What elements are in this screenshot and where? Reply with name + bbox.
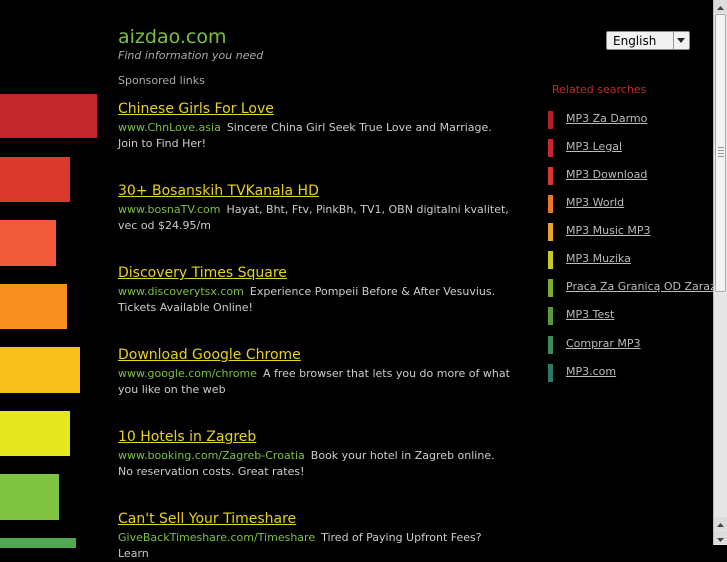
grip-line xyxy=(718,150,724,151)
ad-title-link[interactable]: Chinese Girls For Love xyxy=(118,100,274,118)
site-name[interactable]: aizdao.com xyxy=(118,26,263,48)
ad-description: GiveBackTimeshare.com/Timeshare Tired of … xyxy=(118,530,513,562)
ad-url[interactable]: www.bosnaTV.com xyxy=(118,203,220,216)
ad-description: www.bosnaTV.com Hayat, Bht, Ftv, PinkBh, … xyxy=(118,202,513,234)
scroll-up-button[interactable] xyxy=(714,0,727,13)
ad-url[interactable]: www.google.com/chrome xyxy=(118,367,257,380)
ad-description: www.discoverytsx.com Experience Pompeii B… xyxy=(118,284,513,316)
color-bar xyxy=(0,411,70,456)
language-selected: English xyxy=(613,34,657,48)
related-link[interactable]: MP3 Test xyxy=(566,308,614,321)
ad-url[interactable]: GiveBackTimeshare.com/Timeshare xyxy=(118,531,315,544)
related-color-mark xyxy=(548,195,553,213)
ad-item: Can't Sell Your Timeshare GiveBackTimesh… xyxy=(118,508,513,562)
related-link[interactable]: MP3 Za Darmo xyxy=(566,112,647,125)
color-bar xyxy=(0,157,70,202)
ad-item: Download Google Chrome www.google.com/ch… xyxy=(118,344,513,398)
related-link[interactable]: MP3 Download xyxy=(566,168,647,181)
sponsored-label: Sponsored links xyxy=(118,74,205,87)
related-color-mark xyxy=(548,223,553,241)
related-link[interactable]: MP3 World xyxy=(566,196,624,209)
related-link[interactable]: MP3.com xyxy=(566,365,616,378)
color-bar xyxy=(0,284,67,329)
arrow-down-icon xyxy=(717,538,724,542)
ad-title-link[interactable]: Discovery Times Square xyxy=(118,264,287,282)
ad-item: 30+ Bosanskih TVKanala HD www.bosnaTV.co… xyxy=(118,180,513,234)
scroll-down-button[interactable] xyxy=(714,517,727,530)
related-color-mark xyxy=(548,111,553,129)
ad-description: www.booking.com/Zagreb-Croatia Book your … xyxy=(118,448,513,480)
related-color-mark xyxy=(548,167,553,185)
related-color-mark xyxy=(548,279,553,297)
ad-item: Discovery Times Square www.discoverytsx.… xyxy=(118,262,513,316)
related-color-mark xyxy=(548,139,553,157)
related-link[interactable]: Praca Za Granicą OD Zaraz xyxy=(566,280,716,293)
ad-url[interactable]: www.discoverytsx.com xyxy=(118,285,244,298)
related-link[interactable]: Comprar MP3 xyxy=(566,337,641,350)
related-searches-title: Related searches xyxy=(552,83,647,96)
ad-item: Chinese Girls For Love www.ChnLove.asia S… xyxy=(118,98,513,152)
related-link[interactable]: MP3 Legal xyxy=(566,140,622,153)
ad-url[interactable]: www.ChnLove.asia xyxy=(118,121,221,134)
color-bar xyxy=(0,538,76,548)
ad-title-link[interactable]: Download Google Chrome xyxy=(118,346,301,364)
site-tagline: Find information you need xyxy=(118,49,264,62)
related-color-mark xyxy=(548,307,553,325)
site-header: aizdao.com Find information you need xyxy=(118,26,263,62)
related-link[interactable]: MP3 Music MP3 xyxy=(566,224,651,237)
grip-line xyxy=(718,156,724,157)
ad-description: www.ChnLove.asia Sincere China Girl Seek … xyxy=(118,120,513,152)
grip-line xyxy=(718,147,724,148)
decorative-color-bars xyxy=(0,0,100,548)
color-bar xyxy=(0,94,97,138)
ad-title-link[interactable]: 30+ Bosanskih TVKanala HD xyxy=(118,182,319,200)
dropdown-arrow-icon[interactable] xyxy=(673,32,689,49)
language-select[interactable]: English xyxy=(606,31,690,50)
ad-url[interactable]: www.booking.com/Zagreb-Croatia xyxy=(118,449,305,462)
ad-item: 10 Hotels in Zagreb www.booking.com/Zagr… xyxy=(118,426,513,480)
scrollbar-thumb[interactable] xyxy=(715,14,726,292)
related-color-mark xyxy=(548,364,553,382)
color-bar xyxy=(0,220,56,266)
ad-title-link[interactable]: Can't Sell Your Timeshare xyxy=(118,510,296,528)
ad-description: www.google.com/chrome A free browser that… xyxy=(118,366,513,398)
related-link[interactable]: MP3 Muzika xyxy=(566,252,631,265)
related-color-mark xyxy=(548,336,553,354)
scroll-down-button[interactable] xyxy=(714,531,727,544)
ad-title-link[interactable]: 10 Hotels in Zagreb xyxy=(118,428,256,446)
vertical-scrollbar[interactable] xyxy=(713,0,727,545)
related-color-mark xyxy=(548,251,553,269)
grip-line xyxy=(718,153,724,154)
color-bar xyxy=(0,347,80,393)
color-bar xyxy=(0,474,59,520)
